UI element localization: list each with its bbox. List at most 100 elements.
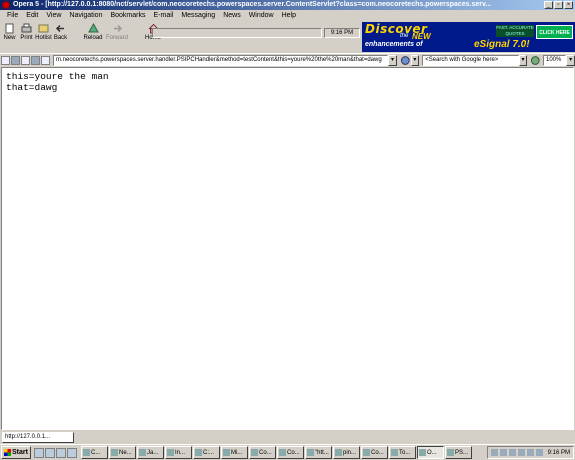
tray-icon[interactable] <box>490 449 498 456</box>
task-app-icon <box>83 449 90 456</box>
go-dropdown-button[interactable]: ▾ <box>410 54 420 66</box>
task-button[interactable]: Ne... <box>109 446 136 459</box>
title-bar: Opera 5 - [http://127.0.0.1:8080/nct/ser… <box>0 0 575 10</box>
ad-the: the <box>400 33 409 39</box>
forward-button[interactable]: Forward <box>105 21 129 42</box>
task-app-icon <box>279 449 286 456</box>
window-cascade-icon[interactable] <box>1 55 10 65</box>
menu-window[interactable]: Window <box>245 10 278 21</box>
task-label: PS... <box>455 449 469 456</box>
address-field[interactable]: m.neocoretechs.powerspaces.server.handle… <box>53 54 389 66</box>
task-button[interactable]: Mi... <box>221 446 248 459</box>
mail-icon[interactable] <box>56 447 66 458</box>
search-dropdown-button[interactable]: ▾ <box>518 54 528 66</box>
task-label: pin... <box>343 449 357 456</box>
task-app-icon <box>335 449 342 456</box>
task-button[interactable]: Co... <box>249 446 276 459</box>
reload-label: Reload <box>83 35 103 41</box>
page-tab[interactable]: http://127.0.0.1... <box>2 431 74 443</box>
menu-file[interactable]: File <box>3 10 22 21</box>
go-icon[interactable] <box>400 55 411 66</box>
reload-button[interactable]: Reload <box>81 21 105 42</box>
task-app-icon <box>363 449 370 456</box>
address-dropdown-button[interactable]: ▾ <box>388 54 397 66</box>
quick-launch <box>34 447 77 458</box>
new-page-icon <box>5 23 14 34</box>
windows-flag-icon <box>4 449 11 456</box>
search-go-icon[interactable] <box>530 55 541 66</box>
window-tile-icon[interactable] <box>11 55 20 65</box>
restore-button[interactable]: ▫ <box>554 1 563 9</box>
forward-arrow-icon <box>113 24 122 33</box>
menu-email[interactable]: E-mail <box>149 10 177 21</box>
hotlist-icon <box>38 24 49 33</box>
tray-icon[interactable] <box>499 449 507 456</box>
task-app-icon <box>195 449 202 456</box>
task-button[interactable]: C... <box>81 446 108 459</box>
task-label: To... <box>399 449 411 456</box>
ad-click-here-button[interactable]: CLICK HERE <box>536 25 573 39</box>
task-button[interactable]: Co... <box>277 446 304 459</box>
close-button[interactable]: × <box>564 1 573 9</box>
start-label: Start <box>12 449 28 456</box>
start-button[interactable]: Start <box>1 446 31 459</box>
esignal-ad-banner[interactable]: Discover the NEW enhancements of eSignal… <box>362 22 575 52</box>
window-list-icon[interactable] <box>21 55 30 65</box>
task-app-icon <box>307 449 314 456</box>
task-button[interactable]: pin... <box>333 446 360 459</box>
back-button[interactable]: Back <box>52 21 69 42</box>
new-label: New <box>3 35 16 41</box>
task-app-icon <box>391 449 398 456</box>
minimize-button[interactable]: _ <box>544 1 553 9</box>
hotlist-label: Hotlist <box>35 35 52 41</box>
task-button[interactable]: In... <box>165 446 192 459</box>
volume-icon[interactable] <box>535 449 543 456</box>
task-button[interactable]: Co... <box>361 446 388 459</box>
ad-tagline: FAST. ACCURATE QUOTES <box>496 25 534 37</box>
task-label: Co... <box>287 449 300 456</box>
forward-label: Forward <box>105 35 128 41</box>
menu-messaging[interactable]: Messaging <box>177 10 219 21</box>
menu-help[interactable]: Help <box>278 10 300 21</box>
tray-icon[interactable] <box>508 449 516 456</box>
desktop-icon[interactable] <box>34 447 44 458</box>
printer-icon <box>21 23 32 33</box>
task-button[interactable]: To... <box>389 446 416 459</box>
zoom-dropdown-button[interactable]: ▾ <box>566 54 575 66</box>
toolbar-clock: 9:16 PM <box>324 28 360 38</box>
tray-icon[interactable] <box>517 449 525 456</box>
task-button[interactable]: PS... <box>445 446 472 459</box>
search-field[interactable]: <Search with Google here> <box>422 54 519 66</box>
task-button[interactable]: C:... <box>193 446 220 459</box>
task-list: C... Ne... Ja... In... C:... Mi... Co...… <box>81 446 472 459</box>
system-tray: 9:16 PM <box>486 446 574 459</box>
task-label: C:... <box>203 449 215 456</box>
menu-navigation[interactable]: Navigation <box>65 10 106 21</box>
zoom-field[interactable]: 100% <box>543 54 567 66</box>
explorer-icon[interactable] <box>67 447 77 458</box>
tray-clock: 9:16 PM <box>547 449 570 456</box>
menu-view[interactable]: View <box>42 10 65 21</box>
opera-task-icon <box>419 449 426 456</box>
new-button[interactable]: New <box>1 21 18 42</box>
hotlist-button[interactable]: Hotlist <box>35 21 52 42</box>
task-app-icon <box>251 449 258 456</box>
task-button-opera[interactable]: O... <box>417 446 444 459</box>
menu-bookmarks[interactable]: Bookmarks <box>106 10 149 21</box>
print-button[interactable]: Print <box>18 21 35 42</box>
task-app-icon <box>111 449 118 456</box>
menu-edit[interactable]: Edit <box>22 10 42 21</box>
task-app-icon <box>223 449 230 456</box>
view-icons <box>1 55 50 65</box>
page-tab-bar: http://127.0.0.1... <box>0 431 575 443</box>
tray-icon[interactable] <box>526 449 534 456</box>
bookmark-icon[interactable] <box>41 55 50 65</box>
task-button[interactable]: Ja... <box>137 446 164 459</box>
opera-icon <box>2 1 10 9</box>
page-icon[interactable] <box>31 55 40 65</box>
menu-news[interactable]: News <box>219 10 245 21</box>
task-button[interactable]: "htt... <box>305 446 332 459</box>
browser-icon[interactable] <box>45 447 55 458</box>
task-label: Co... <box>259 449 272 456</box>
task-app-icon <box>167 449 174 456</box>
